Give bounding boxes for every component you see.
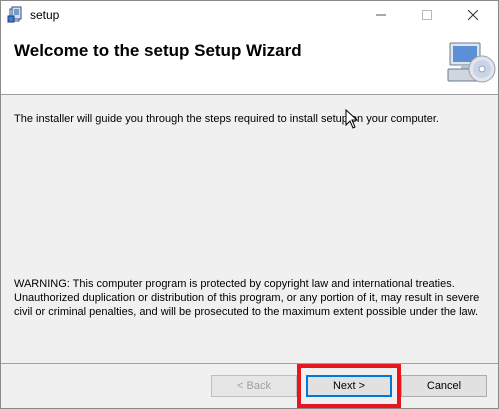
cancel-button[interactable]: Cancel xyxy=(401,375,487,397)
page-title: Welcome to the setup Setup Wizard xyxy=(14,41,302,60)
setup-package-icon xyxy=(7,6,25,24)
warning-text: WARNING: This computer program is protec… xyxy=(14,278,480,318)
computer-disc-icon xyxy=(444,39,496,87)
footer-divider xyxy=(1,363,498,364)
maximize-icon xyxy=(422,9,432,23)
setup-window: setup Welcome to the setup Setup Wizard xyxy=(0,0,499,409)
back-button[interactable]: < Back xyxy=(211,375,297,397)
minimize-button[interactable] xyxy=(358,1,404,30)
mouse-cursor-icon xyxy=(345,108,359,129)
window-title: setup xyxy=(30,8,60,22)
intro-text: The installer will guide you through the… xyxy=(14,113,439,125)
close-button[interactable] xyxy=(450,1,496,30)
title-bar[interactable]: setup xyxy=(1,1,498,30)
maximize-button[interactable] xyxy=(404,1,450,30)
wizard-header: Welcome to the setup Setup Wizard xyxy=(1,30,498,95)
close-icon xyxy=(467,9,479,23)
next-button[interactable]: Next > xyxy=(306,375,392,397)
minimize-icon xyxy=(376,9,386,23)
